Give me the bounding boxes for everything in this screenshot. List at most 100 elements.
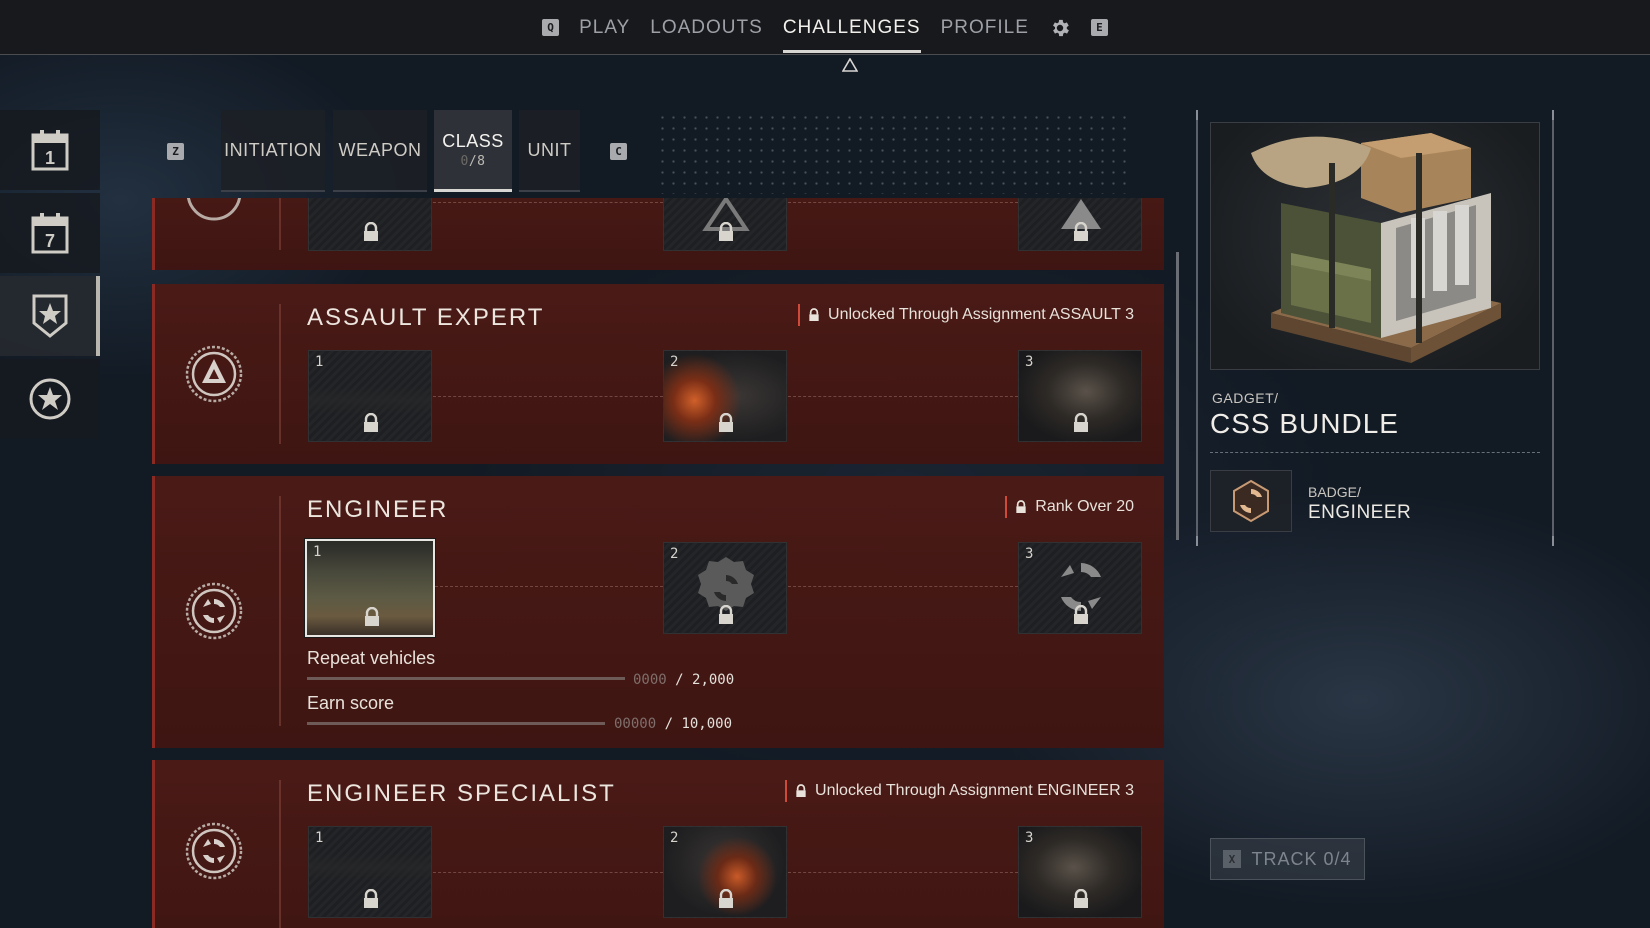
lock-icon: [365, 607, 379, 626]
lock-icon: [364, 222, 378, 241]
lock-icon: [796, 784, 806, 797]
unlock-requirement: Rank Over 20: [1005, 496, 1134, 518]
nav-left-key: Q: [542, 19, 560, 36]
settings-gear-icon[interactable]: [1049, 17, 1071, 39]
lock-icon: [364, 413, 378, 432]
tab-weapon[interactable]: WEAPON: [333, 110, 427, 192]
tile-number: 2: [670, 354, 679, 370]
track-label: TRACK 0/4: [1251, 848, 1352, 869]
lock-icon: [1074, 605, 1088, 624]
tile-connector: [433, 202, 663, 203]
reward-tile-1[interactable]: 1: [308, 350, 432, 442]
tile-number: 3: [1025, 546, 1034, 562]
reward-category: GADGET/: [1212, 390, 1279, 406]
reward-tile-2[interactable]: 2: [663, 826, 787, 918]
reward-tile[interactable]: [1018, 198, 1142, 251]
challenge-title: ENGINEER: [307, 496, 449, 523]
tab-initiation[interactable]: INITIATION: [221, 110, 325, 192]
challenge-title: ENGINEER SPECIALIST: [307, 780, 616, 807]
tile-number: 1: [315, 354, 324, 370]
nav-profile[interactable]: PROFILE: [941, 0, 1029, 55]
challenge-card-assault-expert[interactable]: ASSAULT EXPERT Unlocked Through Assignme…: [152, 284, 1164, 464]
css-bundle-illustration: [1251, 133, 1501, 363]
reward-tile-2[interactable]: 2: [663, 350, 787, 442]
reward-tile[interactable]: [308, 198, 432, 251]
list-scrollbar[interactable]: [1176, 252, 1179, 540]
tile-connector: [435, 586, 663, 587]
rail-weekly-label: 7: [45, 231, 55, 251]
unlock-requirement-text: Rank Over 20: [1035, 498, 1134, 515]
main-nav: Q PLAY LOADOUTS CHALLENGES PROFILE E: [0, 0, 1650, 55]
reward-tile-1[interactable]: 1: [308, 826, 432, 918]
tab-class[interactable]: CLASS 0/8: [434, 110, 512, 192]
tab-weapon-label: WEAPON: [338, 139, 422, 160]
lock-icon: [1074, 413, 1088, 432]
reward-tile[interactable]: [663, 198, 787, 251]
tile-number: 1: [313, 544, 322, 560]
daily-calendar-icon: 1: [31, 130, 69, 171]
engineer-emblem-icon: [185, 582, 243, 640]
assault-emblem-icon: [186, 198, 242, 221]
task-progress-bar: [307, 722, 605, 725]
lock-icon: [719, 605, 733, 624]
rail-daily[interactable]: 1: [0, 110, 100, 190]
nav-caret-icon: [842, 58, 858, 72]
rail-daily-label: 1: [45, 148, 55, 168]
badge-category: BADGE/: [1308, 484, 1361, 500]
badge-name: ENGINEER: [1308, 502, 1412, 523]
lock-icon: [364, 889, 378, 908]
challenge-card-engineer-specialist[interactable]: ENGINEER SPECIALIST Unlocked Through Ass…: [152, 760, 1164, 928]
decorative-dot-grid: [657, 112, 1133, 194]
tile-connector: [433, 396, 663, 397]
tile-number: 3: [1025, 830, 1034, 846]
lock-icon: [719, 413, 733, 432]
task-label: Repeat vehicles: [307, 648, 436, 668]
lock-icon: [1074, 889, 1088, 908]
tile-number: 1: [315, 830, 324, 846]
challenge-card-engineer[interactable]: ENGINEER Rank Over 20 1 2 3 Repeat vehic…: [152, 476, 1164, 748]
unlock-requirement: Unlocked Through Assignment ASSAULT 3: [798, 304, 1134, 326]
engineer-badge-icon: [1233, 479, 1269, 523]
tile-connector: [788, 872, 1018, 873]
tile-number: 2: [670, 830, 679, 846]
reward-name: CSS BUNDLE: [1210, 408, 1399, 439]
track-key: X: [1223, 850, 1242, 868]
category-rail: 1 7: [0, 110, 100, 442]
tile-connector: [788, 586, 1018, 587]
unlock-requirement: Unlocked Through Assignment ENGINEER 3: [785, 780, 1134, 802]
tab-class-count: 0/8: [460, 153, 486, 169]
reward-tile-3[interactable]: 3: [1018, 542, 1142, 634]
task-progress-value: 0000 / 2,000: [633, 672, 735, 688]
reward-tile-1[interactable]: 1: [304, 538, 436, 638]
rail-mastery[interactable]: [0, 359, 100, 439]
task-progress-bar: [307, 677, 625, 680]
challenge-list[interactable]: ASSAULT EXPERT Unlocked Through Assignme…: [152, 198, 1166, 928]
tab-unit[interactable]: UNIT: [519, 110, 580, 192]
badge-thumbnail[interactable]: [1210, 470, 1292, 532]
rail-class[interactable]: [0, 276, 100, 356]
reward-tile-3[interactable]: 3: [1018, 350, 1142, 442]
nav-right-key: E: [1090, 19, 1108, 36]
tab-unit-label: UNIT: [527, 139, 572, 160]
nav-loadouts[interactable]: LOADOUTS: [650, 0, 763, 55]
reward-detail-panel: GADGET/ CSS BUNDLE BADGE/ ENGINEER: [1196, 110, 1554, 546]
track-button[interactable]: X TRACK 0/4: [1210, 838, 1365, 880]
reward-preview-image: [1210, 122, 1540, 370]
tab-class-label: CLASS: [442, 130, 504, 151]
tile-connector: [788, 396, 1018, 397]
reward-tile-2[interactable]: 2: [663, 542, 787, 634]
nav-play[interactable]: PLAY: [579, 0, 630, 55]
detail-divider: [1210, 452, 1540, 453]
rail-weekly[interactable]: 7: [0, 193, 100, 273]
unlock-requirement-text: Unlocked Through Assignment ASSAULT 3: [828, 306, 1134, 323]
lock-icon: [809, 308, 819, 321]
task-progress-value: 00000 / 10,000: [614, 716, 733, 732]
lock-icon: [719, 222, 733, 241]
card-divider: [279, 198, 281, 250]
unlock-requirement-text: Unlocked Through Assignment ENGINEER 3: [815, 782, 1134, 799]
nav-challenges[interactable]: CHALLENGES: [782, 0, 921, 55]
reward-tile-3[interactable]: 3: [1018, 826, 1142, 918]
challenge-card-assault[interactable]: [152, 198, 1164, 270]
subtab-left-key: Z: [167, 143, 184, 160]
tile-number: 2: [670, 546, 679, 562]
